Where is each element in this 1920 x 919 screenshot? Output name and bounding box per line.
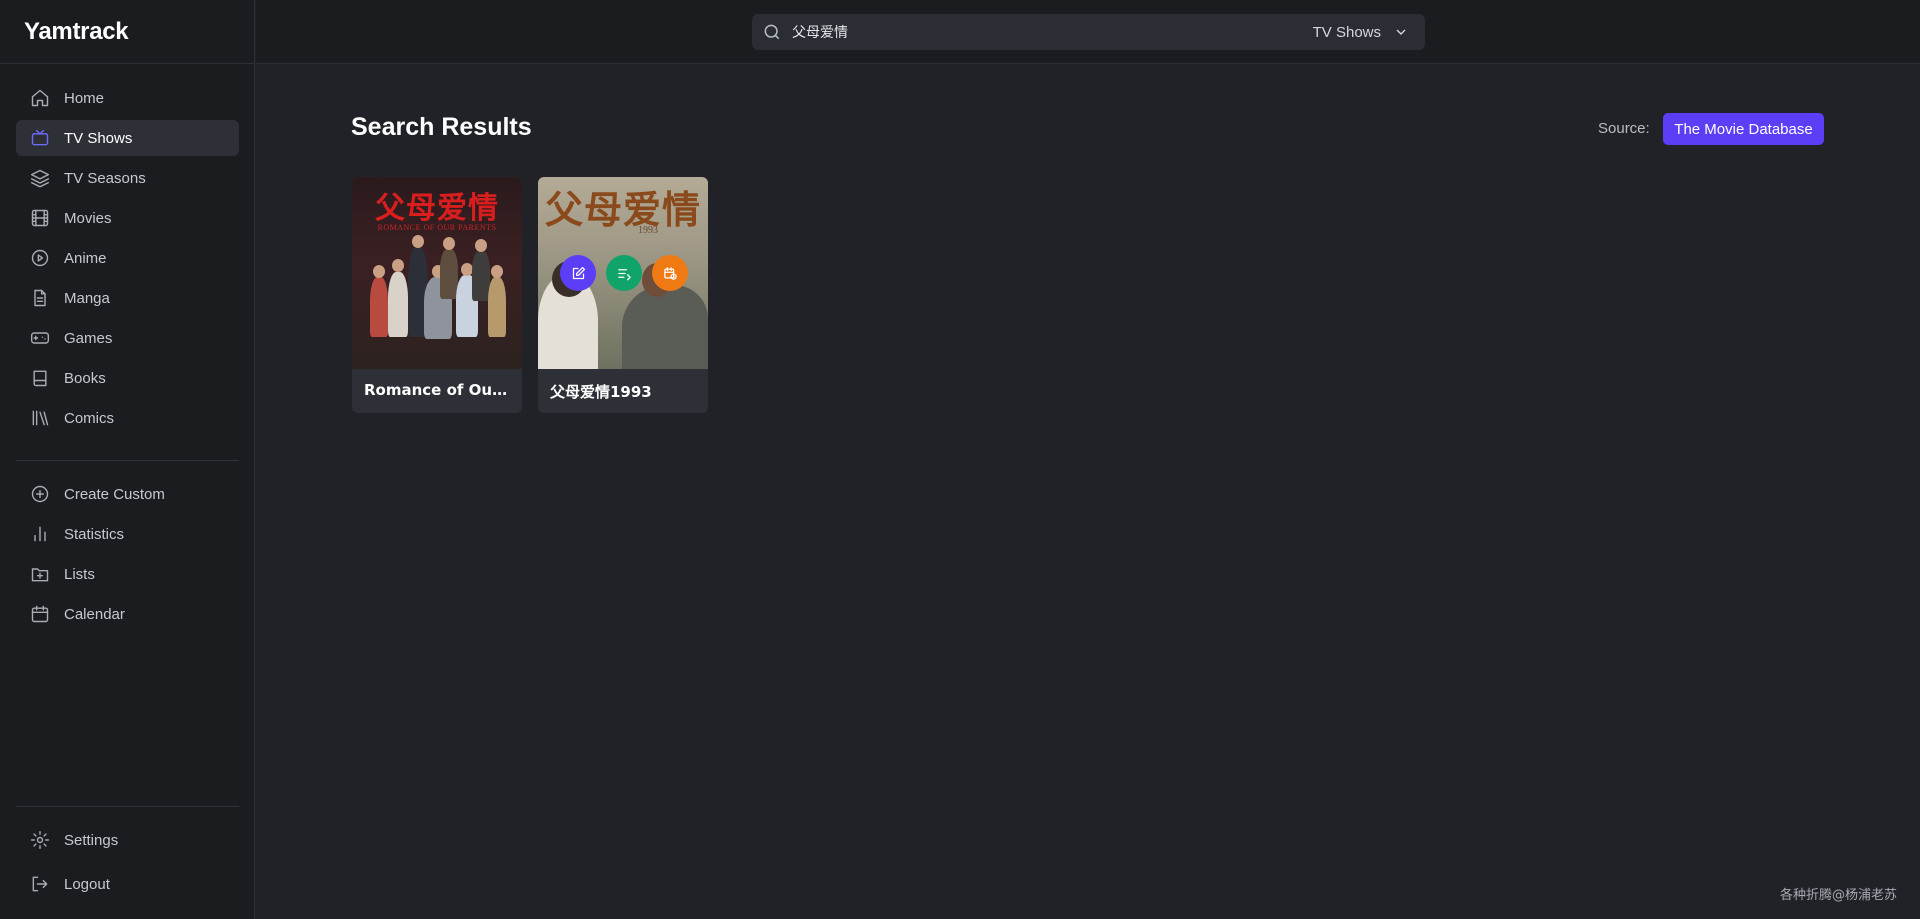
app-logo[interactable]: Yamtrack (0, 0, 254, 64)
sidebar-divider (16, 460, 239, 461)
sidebar-item-label: TV Shows (64, 129, 133, 147)
sidebar-item-label: Logout (64, 875, 110, 893)
poster-subtitle: 1993 (638, 225, 658, 236)
poster-image: 父母爱情 ROMANCE OF OUR PARENTS (352, 177, 522, 369)
sidebar-item-label: Manga (64, 289, 110, 307)
result-title: Romance of Our... (364, 381, 515, 399)
poster-subtitle: ROMANCE OF OUR PARENTS (377, 223, 497, 232)
book-icon (30, 368, 50, 388)
sidebar-item-label: Home (64, 89, 105, 107)
sidebar-item-calendar[interactable]: Calendar (16, 596, 239, 632)
home-icon (30, 88, 50, 108)
layers-icon (30, 168, 50, 188)
sidebar-item-label: Create Custom (64, 485, 165, 503)
page-title: Search Results (351, 113, 532, 141)
poster-title: 父母爱情 (375, 191, 499, 226)
calendar-clock-icon (663, 266, 677, 280)
calendar-icon (30, 604, 50, 624)
sidebar-item-create-custom[interactable]: Create Custom (16, 476, 239, 512)
watermark-text: 各种折腾@杨浦老苏 (1780, 888, 1898, 903)
result-title: 父母爱情1993 (550, 383, 652, 401)
film-icon (30, 208, 50, 228)
track-schedule-button[interactable] (652, 255, 688, 291)
sidebar-item-logout[interactable]: Logout (16, 866, 239, 902)
result-card[interactable]: 父母爱情 1993 父母爱情1993 (538, 177, 708, 413)
sidebar-item-label: Books (64, 369, 106, 387)
source-button[interactable]: The Movie Database (1663, 113, 1824, 145)
folder-plus-icon (30, 564, 50, 584)
media-type-value: TV Shows (1312, 23, 1381, 41)
sidebar-item-games[interactable]: Games (16, 320, 239, 356)
sidebar-item-label: Anime (64, 249, 107, 267)
add-to-list-button[interactable] (606, 255, 642, 291)
sidebar-item-label: Lists (64, 565, 95, 583)
sidebar-item-tv-shows[interactable]: TV Shows (16, 120, 239, 156)
sidebar-item-anime[interactable]: Anime (16, 240, 239, 276)
sidebar-item-tv-seasons[interactable]: TV Seasons (16, 160, 239, 196)
search-icon (762, 22, 782, 42)
sidebar-item-label: Comics (64, 409, 115, 427)
sidebar-item-settings[interactable]: Settings (16, 822, 239, 858)
file-text-icon (30, 288, 50, 308)
plus-circle-icon (30, 484, 50, 504)
sidebar-item-label: Calendar (64, 605, 125, 623)
sidebar-item-label: Games (64, 329, 113, 347)
sidebar-item-movies[interactable]: Movies (16, 200, 239, 236)
edit-button[interactable] (560, 255, 596, 291)
list-add-icon (617, 268, 631, 280)
library-icon (30, 408, 50, 428)
result-card[interactable]: 父母爱情 ROMANCE OF OUR PARENTS Romance of O… (352, 177, 522, 413)
bar-chart-icon (30, 524, 50, 544)
media-type-select[interactable]: TV Shows (1313, 24, 1425, 41)
poster-title: 父母爱情 (544, 187, 701, 232)
edit-icon (572, 266, 585, 279)
sidebar-item-manga[interactable]: Manga (16, 280, 239, 316)
top-bar: TV Shows (256, 0, 1920, 64)
sidebar-item-label: TV Seasons (64, 169, 146, 187)
sidebar-bottom: Settings Logout (16, 822, 239, 910)
poster-image: 父母爱情 1993 (538, 177, 708, 369)
source-label: Source: (1598, 120, 1650, 137)
sidebar-item-comics[interactable]: Comics (16, 400, 239, 436)
logout-icon (30, 874, 50, 894)
search-bar: TV Shows (752, 14, 1425, 50)
sidebar-item-label: Settings (64, 831, 119, 849)
gear-icon (30, 830, 50, 850)
gamepad-icon (30, 328, 50, 348)
play-circle-icon (30, 248, 50, 268)
sidebar-nav: Home TV Shows TV Seasons Movies Anime Ma… (16, 80, 239, 440)
sidebar-item-lists[interactable]: Lists (16, 556, 239, 592)
search-input[interactable] (792, 24, 1313, 40)
sidebar: Yamtrack Home TV Shows TV Seasons Movies… (0, 0, 255, 919)
sidebar-item-books[interactable]: Books (16, 360, 239, 396)
sidebar-divider-bottom (16, 806, 239, 807)
sidebar-item-label: Movies (64, 209, 112, 227)
sidebar-item-label: Statistics (64, 525, 125, 543)
chevron-down-icon (1396, 29, 1406, 35)
sidebar-item-statistics[interactable]: Statistics (16, 516, 239, 552)
sidebar-tools: Create Custom Statistics Lists Calendar (16, 476, 239, 636)
sidebar-item-home[interactable]: Home (16, 80, 239, 116)
tv-icon (30, 128, 50, 148)
